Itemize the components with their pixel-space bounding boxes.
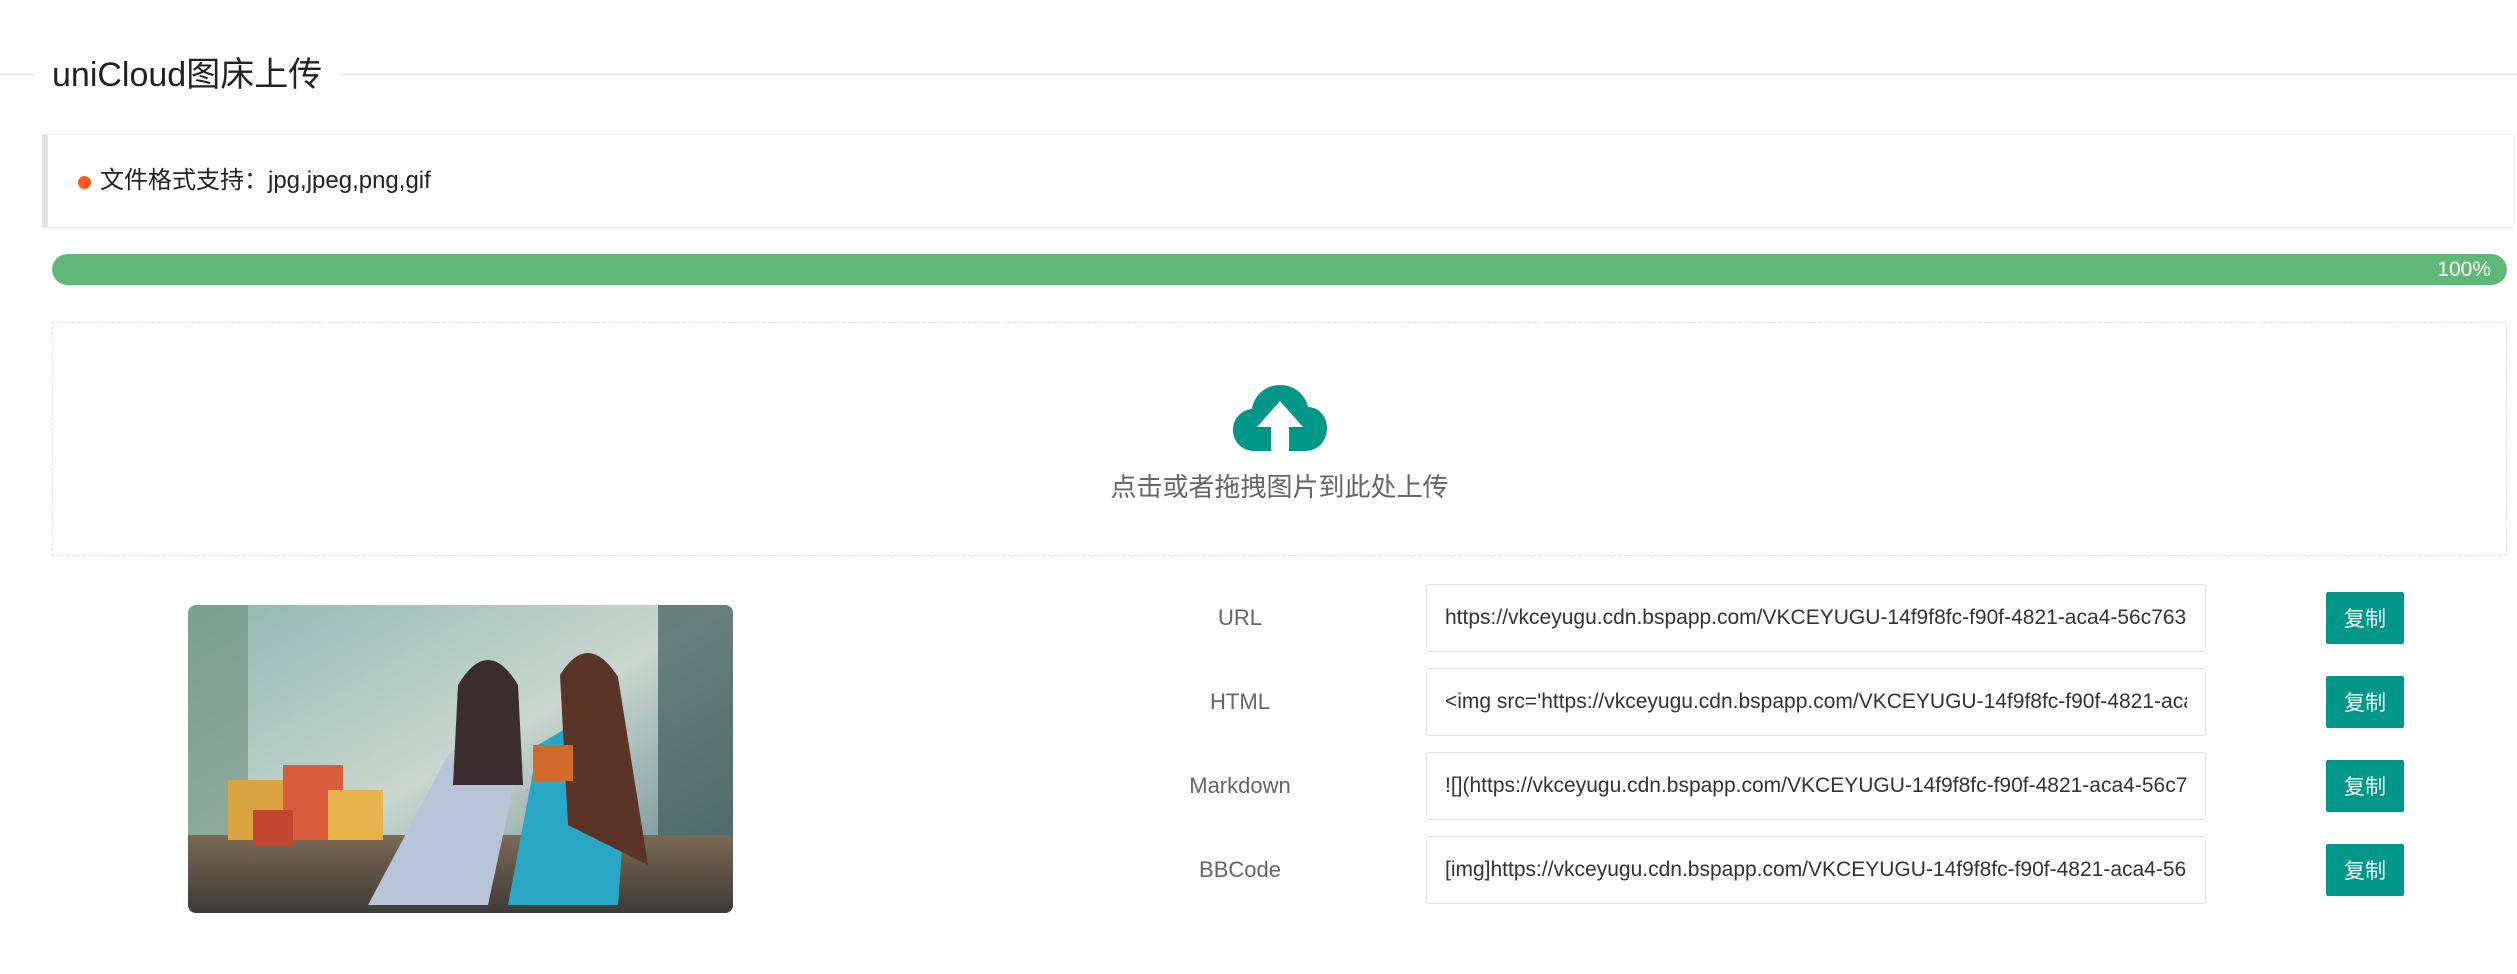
copy-markdown-button[interactable]: 复制 xyxy=(2326,760,2404,812)
bbcode-label: BBCode xyxy=(1199,857,1281,882)
cloud-upload-icon xyxy=(1233,385,1327,451)
html-row: HTML 复制 xyxy=(1100,668,2500,736)
copy-url-button[interactable]: 复制 xyxy=(2326,592,2404,644)
copy-bbcode-button[interactable]: 复制 xyxy=(2326,844,2404,896)
url-field[interactable] xyxy=(1426,584,2206,652)
markdown-row: Markdown 复制 xyxy=(1100,752,2500,820)
image-host-upload-page: uniCloud图床上传 文件格式支持：jpg,jpeg,png,gif 100… xyxy=(0,0,2517,974)
page-title: uniCloud图床上传 xyxy=(34,52,341,98)
dropzone-hint: 点击或者拖拽图片到此处上传 xyxy=(1110,472,1449,502)
copy-html-button[interactable]: 复制 xyxy=(2326,676,2404,728)
upload-dropzone[interactable]: 点击或者拖拽图片到此处上传 xyxy=(52,322,2507,556)
html-field[interactable] xyxy=(1426,668,2206,736)
notice-dot-icon xyxy=(78,176,91,189)
upload-progress-bar: 100% xyxy=(52,254,2507,285)
notice-text: 文件格式支持：jpg,jpeg,png,gif xyxy=(100,167,431,194)
title-divider xyxy=(0,74,2517,75)
html-label: HTML xyxy=(1210,689,1270,714)
url-label: URL xyxy=(1217,605,1262,630)
format-notice: 文件格式支持：jpg,jpeg,png,gif xyxy=(42,134,2514,228)
bbcode-row: BBCode 复制 xyxy=(1100,836,2500,904)
preview-illustration xyxy=(188,605,733,913)
markdown-label: Markdown xyxy=(1189,773,1291,798)
progress-label: 100% xyxy=(2437,258,2491,281)
url-row: URL 复制 xyxy=(1100,584,2500,652)
markdown-field[interactable] xyxy=(1426,752,2206,820)
bbcode-field[interactable] xyxy=(1426,836,2206,904)
uploaded-image-preview xyxy=(188,605,733,913)
progress-fill xyxy=(52,254,2507,285)
